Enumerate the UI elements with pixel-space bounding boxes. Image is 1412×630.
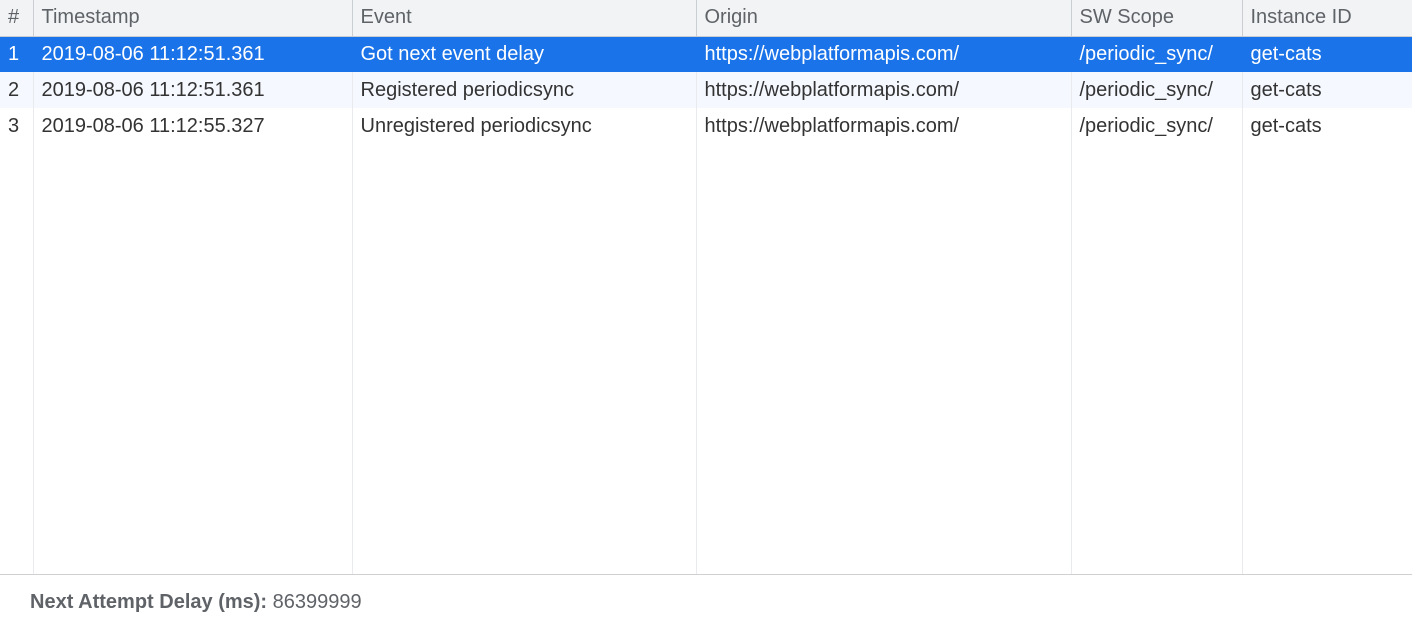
next-attempt-delay-value: 86399999 (273, 591, 362, 613)
column-header-sw-scope[interactable]: SW Scope (1071, 0, 1242, 36)
cell-origin: https://webplatformapis.com/ (696, 72, 1071, 108)
cell-sw_scope: /periodic_sync/ (1071, 72, 1242, 108)
cell-timestamp: 2019-08-06 11:12:51.361 (33, 72, 352, 108)
cell-origin: https://webplatformapis.com/ (696, 108, 1071, 144)
column-header-instance-id[interactable]: Instance ID (1242, 0, 1412, 36)
cell-origin: https://webplatformapis.com/ (696, 36, 1071, 72)
cell-event: Registered periodicsync (352, 72, 696, 108)
cell-instance_id: get-cats (1242, 108, 1412, 144)
cell-event: Got next event delay (352, 36, 696, 72)
table-row[interactable]: 12019-08-06 11:12:51.361Got next event d… (0, 36, 1412, 72)
cell-instance_id: get-cats (1242, 36, 1412, 72)
column-header-timestamp[interactable]: Timestamp (33, 0, 352, 36)
cell-timestamp: 2019-08-06 11:12:51.361 (33, 36, 352, 72)
cell-timestamp: 2019-08-06 11:12:55.327 (33, 108, 352, 144)
footer-bar: Next Attempt Delay (ms): 86399999 (0, 574, 1412, 630)
cell-index: 3 (0, 108, 33, 144)
table-filler-row (0, 144, 1412, 574)
table-row[interactable]: 32019-08-06 11:12:55.327Unregistered per… (0, 108, 1412, 144)
next-attempt-delay-label: Next Attempt Delay (ms): (30, 591, 273, 613)
column-header-event[interactable]: Event (352, 0, 696, 36)
cell-index: 2 (0, 72, 33, 108)
column-header-origin[interactable]: Origin (696, 0, 1071, 36)
cell-instance_id: get-cats (1242, 72, 1412, 108)
cell-sw_scope: /periodic_sync/ (1071, 108, 1242, 144)
table-row[interactable]: 22019-08-06 11:12:51.361Registered perio… (0, 72, 1412, 108)
event-log-table-wrapper: # Timestamp Event Origin SW Scope Instan… (0, 0, 1412, 574)
column-header-index[interactable]: # (0, 0, 33, 36)
cell-sw_scope: /periodic_sync/ (1071, 36, 1242, 72)
table-header-row: # Timestamp Event Origin SW Scope Instan… (0, 0, 1412, 36)
event-log-table: # Timestamp Event Origin SW Scope Instan… (0, 0, 1412, 574)
cell-index: 1 (0, 36, 33, 72)
cell-event: Unregistered periodicsync (352, 108, 696, 144)
